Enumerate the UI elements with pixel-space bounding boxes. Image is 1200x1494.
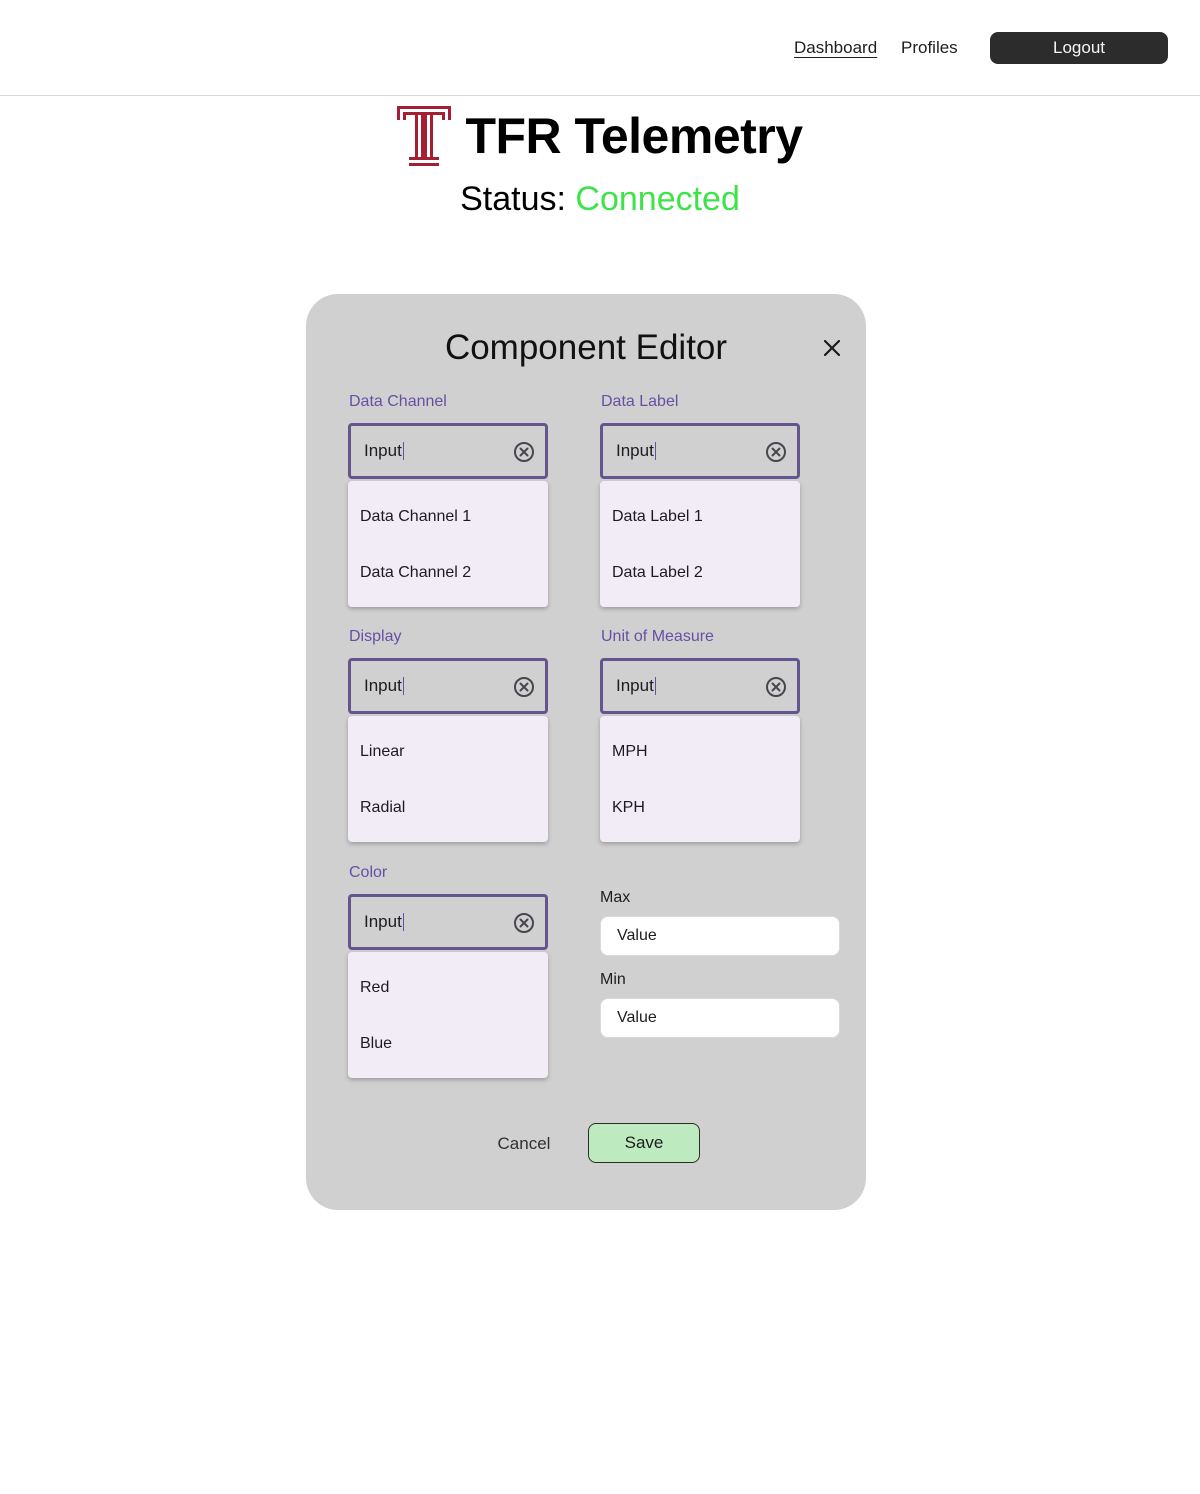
min-label: Min <box>600 971 626 988</box>
display-input[interactable]: Input <box>348 658 548 714</box>
data-label-input[interactable]: Input <box>600 423 800 479</box>
clear-icon[interactable] <box>765 441 787 463</box>
menu-item[interactable]: Radial <box>348 780 548 836</box>
menu-item[interactable]: Linear <box>348 724 548 780</box>
text-caret <box>402 677 404 695</box>
logout-button[interactable]: Logout <box>990 32 1168 64</box>
min-input[interactable]: Value <box>600 998 840 1038</box>
display-field: Display Input Linear Radial <box>348 627 548 842</box>
app-title: TFR Telemetry <box>465 108 803 164</box>
data-channel-label: Data Channel <box>349 393 447 410</box>
color-label: Color <box>349 864 388 881</box>
color-input[interactable]: Input <box>348 894 548 950</box>
data-channel-input[interactable]: Input <box>348 423 548 479</box>
menu-item[interactable]: Data Channel 2 <box>348 545 548 601</box>
top-nav: Dashboard Profiles Logout <box>0 0 1200 96</box>
text-caret <box>654 442 656 460</box>
data-label-value: Input <box>616 441 654 460</box>
max-input[interactable]: Value <box>600 916 840 956</box>
data-channel-field: Data Channel Input Data Channel 1 Data C… <box>348 392 548 607</box>
dialog-title: Component Editor <box>444 328 728 367</box>
unit-of-measure-input[interactable]: Input <box>600 658 800 714</box>
min-field: Min Value <box>600 971 840 1038</box>
text-caret <box>402 442 404 460</box>
nav-dashboard-link[interactable]: Dashboard <box>794 38 877 58</box>
data-label-label: Data Label <box>601 393 679 410</box>
menu-item[interactable]: KPH <box>600 780 800 836</box>
data-label-menu: Data Label 1 Data Label 2 <box>600 481 800 607</box>
max-field: Max Value <box>600 889 840 956</box>
clear-icon[interactable] <box>765 676 787 698</box>
max-label: Max <box>600 889 631 906</box>
unit-of-measure-field: Unit of Measure Input MPH KPH <box>600 627 800 842</box>
nav-profiles-link[interactable]: Profiles <box>901 38 958 58</box>
data-channel-menu: Data Channel 1 Data Channel 2 <box>348 481 548 607</box>
component-editor-dialog: Component Editor Data Channel Input Data… <box>306 294 866 1210</box>
menu-item[interactable]: Red <box>348 960 548 1016</box>
menu-item[interactable]: Blue <box>348 1016 548 1072</box>
color-field: Color Input Red Blue <box>348 863 548 1078</box>
unit-of-measure-value: Input <box>616 676 654 695</box>
unit-of-measure-menu: MPH KPH <box>600 716 800 842</box>
data-channel-value: Input <box>364 441 402 460</box>
display-label: Display <box>349 628 402 645</box>
status-label: Status: <box>460 180 566 218</box>
menu-item[interactable]: Data Label 2 <box>600 545 800 601</box>
display-value: Input <box>364 676 402 695</box>
connection-status: Status: Connected <box>0 180 1200 219</box>
data-label-field: Data Label Input Data Label 1 Data Label… <box>600 392 800 607</box>
temple-t-logo-icon <box>397 106 452 166</box>
text-caret <box>654 677 656 695</box>
menu-item[interactable]: MPH <box>600 724 800 780</box>
save-button[interactable]: Save <box>588 1123 700 1163</box>
clear-icon[interactable] <box>513 912 535 934</box>
display-menu: Linear Radial <box>348 716 548 842</box>
cancel-button[interactable]: Cancel <box>482 1124 566 1164</box>
color-value: Input <box>364 912 402 931</box>
brand-header: TFR Telemetry <box>0 106 1200 166</box>
menu-item[interactable]: Data Channel 1 <box>348 489 548 545</box>
color-menu: Red Blue <box>348 952 548 1078</box>
clear-icon[interactable] <box>513 441 535 463</box>
unit-of-measure-label: Unit of Measure <box>601 628 714 645</box>
menu-item[interactable]: Data Label 1 <box>600 489 800 545</box>
text-caret <box>402 913 404 931</box>
clear-icon[interactable] <box>513 676 535 698</box>
close-icon[interactable] <box>822 338 842 358</box>
status-value: Connected <box>575 180 740 218</box>
